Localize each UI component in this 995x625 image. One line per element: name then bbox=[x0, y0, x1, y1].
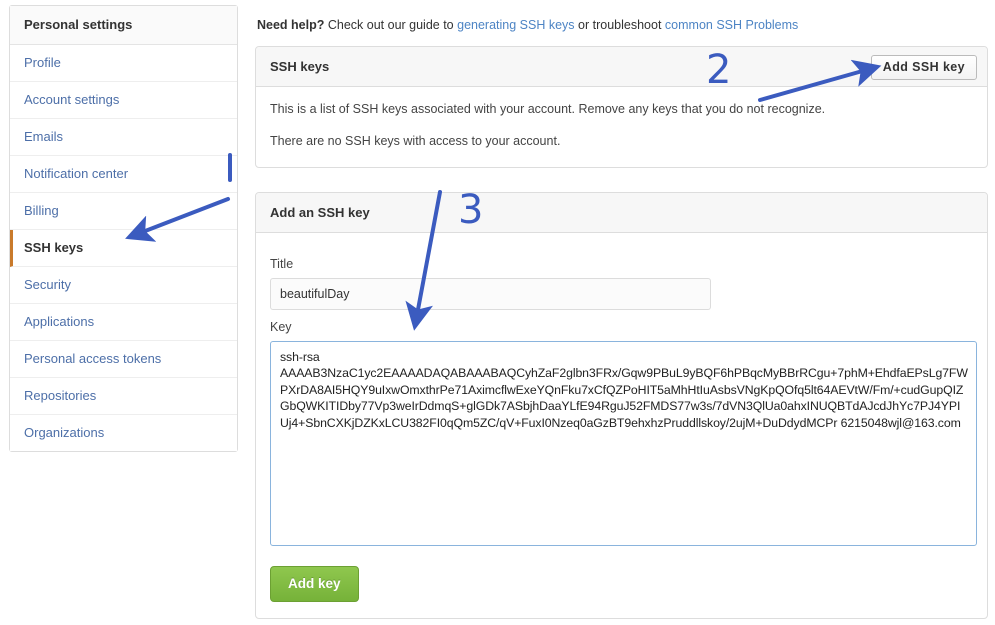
ssh-keys-panel: SSH keys Add SSH key This is a list of S… bbox=[255, 46, 988, 168]
sidebar-item-billing[interactable]: Billing bbox=[10, 193, 237, 230]
sidebar-item-label: SSH keys bbox=[24, 240, 84, 255]
common-ssh-problems-link[interactable]: common SSH Problems bbox=[665, 18, 798, 32]
sidebar-item-label: Organizations bbox=[24, 425, 105, 440]
main-content: Need help? Check out our guide to genera… bbox=[255, 5, 988, 625]
sidebar-item-emails[interactable]: Emails bbox=[10, 119, 237, 156]
generating-ssh-keys-link[interactable]: generating SSH keys bbox=[457, 18, 574, 32]
sidebar-header: Personal settings bbox=[10, 6, 237, 45]
sidebar-item-security[interactable]: Security bbox=[10, 267, 237, 304]
key-input-wrapper: ssh-rsa AAAAB3NzaC1yc2EAAAADAQABAAABAQCy… bbox=[270, 341, 977, 546]
help-lead: Need help? bbox=[257, 18, 325, 32]
title-field-label: Title bbox=[270, 257, 294, 271]
sidebar-item-label: Repositories bbox=[24, 388, 97, 403]
ssh-keys-empty-state: There are no SSH keys with access to you… bbox=[270, 134, 561, 148]
sidebar-item-organizations[interactable]: Organizations bbox=[10, 415, 237, 451]
title-input[interactable] bbox=[270, 278, 711, 310]
key-field-label: Key bbox=[270, 320, 292, 334]
ssh-keys-panel-body: This is a list of SSH keys associated wi… bbox=[256, 87, 987, 167]
sidebar-item-label: Profile bbox=[24, 55, 61, 70]
add-ssh-key-panel-title: Add an SSH key bbox=[270, 205, 370, 220]
sidebar-item-label: Emails bbox=[24, 129, 64, 144]
sidebar-item-personal-access-tokens[interactable]: Personal access tokens bbox=[10, 341, 237, 378]
help-banner: Need help? Check out our guide to genera… bbox=[255, 5, 988, 46]
add-key-submit-button[interactable]: Add key bbox=[270, 566, 359, 602]
ssh-keys-panel-title: SSH keys bbox=[270, 59, 330, 74]
add-ssh-key-form: Title Key ssh-rsa AAAAB3NzaC1yc2EAAAADAQ… bbox=[256, 233, 987, 618]
sidebar-item-account-settings[interactable]: Account settings bbox=[10, 82, 237, 119]
personal-settings-sidebar: Personal settings Profile Account settin… bbox=[9, 5, 238, 452]
page-root: Personal settings Profile Account settin… bbox=[0, 0, 995, 625]
ssh-keys-panel-header: SSH keys Add SSH key bbox=[256, 47, 987, 87]
sidebar-item-label: Notification center bbox=[24, 166, 129, 181]
sidebar-item-label: Security bbox=[24, 277, 71, 292]
add-ssh-key-panel: Add an SSH key Title Key ssh-rsa AAAAB3N… bbox=[255, 192, 988, 619]
sidebar-item-label: Billing bbox=[24, 203, 59, 218]
annotation-marker-3: 3 bbox=[458, 187, 484, 233]
add-ssh-key-button[interactable]: Add SSH key bbox=[870, 55, 977, 80]
sidebar-item-label: Applications bbox=[24, 314, 95, 329]
sidebar-item-profile[interactable]: Profile bbox=[10, 45, 237, 82]
sidebar-item-notification-center[interactable]: Notification center bbox=[10, 156, 237, 193]
annotation-marker-2: 2 bbox=[706, 47, 732, 93]
help-text-2: or troubleshoot bbox=[578, 18, 662, 32]
ssh-keys-description: This is a list of SSH keys associated wi… bbox=[270, 102, 826, 116]
sidebar-item-applications[interactable]: Applications bbox=[10, 304, 237, 341]
sidebar-item-label: Personal access tokens bbox=[24, 351, 162, 366]
add-ssh-key-panel-header: Add an SSH key bbox=[256, 193, 987, 233]
key-textarea[interactable]: ssh-rsa AAAAB3NzaC1yc2EAAAADAQABAAABAQCy… bbox=[270, 341, 977, 546]
sidebar-item-repositories[interactable]: Repositories bbox=[10, 378, 237, 415]
sidebar-item-ssh-keys[interactable]: SSH keys bbox=[10, 230, 237, 267]
sidebar-item-label: Account settings bbox=[24, 92, 120, 107]
help-text-1: Check out our guide to bbox=[327, 18, 454, 32]
